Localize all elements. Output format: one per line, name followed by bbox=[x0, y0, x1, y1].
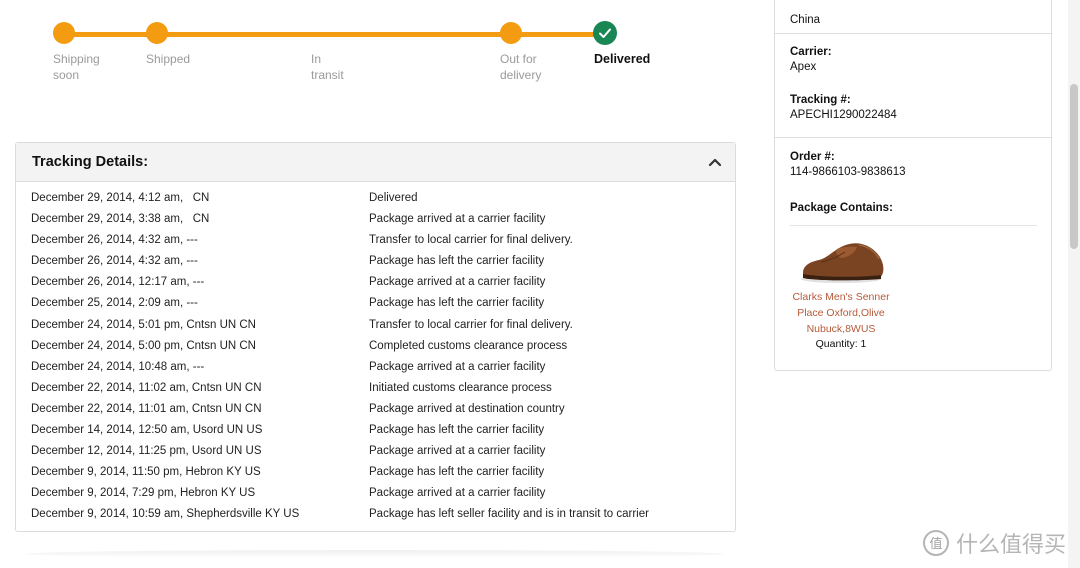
tracking-event-row: December 25, 2014, 2:09 am, --- Package h… bbox=[31, 295, 721, 316]
product-image[interactable] bbox=[797, 233, 885, 285]
tracking-event-row: December 24, 2014, 5:00 pm, Cntsn UN CN C… bbox=[31, 338, 721, 359]
shipment-progress-tracker: Shipping soon Shipped In transit Out for… bbox=[0, 0, 700, 110]
event-description: Package has left seller facility and is … bbox=[369, 508, 649, 521]
tracking-event-row: December 26, 2014, 4:32 am, --- Transfer … bbox=[31, 232, 721, 253]
event-description: Package arrived at a carrier facility bbox=[369, 276, 546, 289]
event-timestamp: December 24, 2014, 10:48 am, --- bbox=[31, 360, 205, 373]
tracking-event-row: December 29, 2014, 3:38 am, CN Package ar… bbox=[31, 211, 721, 232]
order-section: Order #: 114-9866103-9838613 bbox=[790, 151, 1040, 178]
event-description: Package arrived at a carrier facility bbox=[369, 487, 546, 500]
checkmark-icon bbox=[593, 21, 617, 45]
event-description: Transfer to local carrier for final deli… bbox=[369, 234, 573, 247]
event-description: Initiated customs clearance process bbox=[369, 381, 552, 394]
event-timestamp: December 26, 2014, 12:17 am, --- bbox=[31, 276, 205, 289]
event-timestamp: December 9, 2014, 7:29 pm, Hebron KY US bbox=[31, 487, 256, 500]
event-description: Completed customs clearance process bbox=[369, 339, 568, 352]
destination-country: China bbox=[790, 14, 821, 26]
tracking-event-row: December 9, 2014, 7:29 pm, Hebron KY US P… bbox=[31, 485, 721, 506]
tracking-event-row: December 24, 2014, 5:01 pm, Cntsn UN CN T… bbox=[31, 317, 721, 338]
stage-label: Shipped bbox=[146, 52, 191, 66]
stage-label: Delivered bbox=[594, 52, 651, 66]
event-timestamp: December 25, 2014, 2:09 am, --- bbox=[31, 297, 198, 310]
event-timestamp: December 29, 2014, 3:38 am, CN bbox=[31, 213, 210, 226]
watermark-logo-icon: 值 bbox=[922, 530, 949, 556]
event-timestamp: December 22, 2014, 11:02 am, Cntsn UN CN bbox=[31, 381, 262, 394]
event-description: Delivered bbox=[369, 192, 418, 204]
event-description: Package has left the carrier facility bbox=[369, 297, 545, 310]
package-contents-section: Package Contains: bbox=[790, 202, 1040, 214]
tracking-event-row: December 9, 2014, 11:50 pm, Hebron KY US… bbox=[31, 464, 721, 485]
stage-dot bbox=[53, 22, 75, 44]
divider-shadow bbox=[25, 550, 725, 558]
scrollbar-thumb[interactable] bbox=[1070, 84, 1078, 249]
order-number-label: Order #: bbox=[790, 151, 835, 163]
product-quantity: Quantity: 1 bbox=[815, 338, 867, 350]
svg-text:值: 值 bbox=[929, 536, 942, 552]
carrier-section: Carrier: Apex bbox=[790, 46, 1040, 73]
event-timestamp: December 26, 2014, 4:32 am, --- bbox=[31, 234, 198, 247]
event-timestamp: December 26, 2014, 4:32 am, --- bbox=[31, 255, 198, 268]
stage-label: In transit bbox=[311, 52, 344, 82]
event-timestamp: December 14, 2014, 12:50 am, Usord UN US bbox=[31, 424, 263, 437]
shipment-info-sidebar: China Carrier: Apex Tracking #: APECHI12… bbox=[774, 0, 1052, 371]
event-timestamp: December 24, 2014, 5:01 pm, Cntsn UN CN bbox=[31, 318, 256, 331]
destination-section: China bbox=[790, 11, 1040, 26]
event-description: Package arrived at a carrier facility bbox=[369, 360, 546, 373]
watermark-text: 什么值得买 bbox=[955, 533, 1066, 558]
tracking-event-row: December 9, 2014, 10:59 am, Shepherdsvil… bbox=[31, 506, 721, 527]
carrier-label: Carrier: bbox=[790, 46, 832, 58]
page-scrollbar[interactable] bbox=[1068, 0, 1080, 568]
event-timestamp: December 22, 2014, 11:01 am, Cntsn UN CN bbox=[31, 402, 262, 415]
event-description: Package arrived at a carrier facility bbox=[369, 445, 546, 458]
tracking-details-panel: Tracking Details: December 29, 2014, 4:1… bbox=[15, 142, 736, 532]
site-watermark: 值 什么值得买 bbox=[922, 528, 1066, 558]
order-number-value: 114-9866103-9838613 bbox=[790, 166, 906, 178]
product-item: Clarks Men's Senner Place Oxford,Olive N… bbox=[791, 233, 891, 350]
event-description: Package has left the carrier facility bbox=[369, 424, 545, 437]
event-timestamp: December 12, 2014, 11:25 pm, Usord UN US bbox=[31, 445, 262, 458]
tracking-event-row: December 29, 2014, 4:12 am, CN Delivered bbox=[31, 190, 721, 211]
event-description: Transfer to local carrier for final deli… bbox=[369, 318, 573, 331]
tracking-event-row: December 14, 2014, 12:50 am, Usord UN US… bbox=[31, 422, 721, 443]
stage-dot bbox=[146, 22, 168, 44]
carrier-value: Apex bbox=[790, 61, 817, 73]
chevron-up-icon[interactable] bbox=[707, 154, 723, 170]
divider bbox=[790, 225, 1037, 226]
stage-label: Shipping soon bbox=[53, 52, 100, 82]
event-description: Package has left the carrier facility bbox=[369, 466, 545, 479]
stage-label: Out for delivery bbox=[500, 52, 542, 82]
event-timestamp: December 9, 2014, 11:50 pm, Hebron KY US bbox=[31, 466, 261, 479]
tracking-event-row: December 22, 2014, 11:02 am, Cntsn UN CN… bbox=[31, 380, 721, 401]
tracking-event-row: December 26, 2014, 4:32 am, --- Package h… bbox=[31, 253, 721, 274]
divider bbox=[775, 33, 1051, 34]
tracking-number-value: APECHI1290022484 bbox=[790, 109, 897, 121]
tracking-events-list: December 29, 2014, 4:12 am, CN Delivered D… bbox=[31, 190, 721, 528]
event-timestamp: December 24, 2014, 5:00 pm, Cntsn UN CN bbox=[31, 339, 256, 352]
tracking-event-row: December 26, 2014, 12:17 am, --- Package … bbox=[31, 274, 721, 295]
panel-title: Tracking Details: bbox=[32, 154, 149, 170]
tracking-event-row: December 24, 2014, 10:48 am, --- Package … bbox=[31, 359, 721, 380]
tracking-number-section: Tracking #: APECHI1290022484 bbox=[790, 94, 1040, 121]
event-description: Package arrived at destination country bbox=[369, 402, 565, 415]
event-timestamp: December 29, 2014, 4:12 am, CN bbox=[31, 192, 210, 204]
package-contains-label: Package Contains: bbox=[790, 202, 893, 214]
event-description: Package has left the carrier facility bbox=[369, 255, 545, 268]
tracking-event-row: December 12, 2014, 11:25 pm, Usord UN US… bbox=[31, 443, 721, 464]
tracking-number-label: Tracking #: bbox=[790, 94, 851, 106]
stage-dot bbox=[500, 22, 522, 44]
event-timestamp: December 9, 2014, 10:59 am, Shepherdsvil… bbox=[31, 508, 300, 521]
product-name-link[interactable]: Clarks Men's Senner Place Oxford,Olive N… bbox=[791, 289, 891, 337]
divider bbox=[775, 137, 1051, 138]
event-description: Package arrived at a carrier facility bbox=[369, 213, 546, 226]
tracking-event-row: December 22, 2014, 11:01 am, Cntsn UN CN… bbox=[31, 401, 721, 422]
tracking-details-header[interactable]: Tracking Details: bbox=[16, 143, 735, 182]
